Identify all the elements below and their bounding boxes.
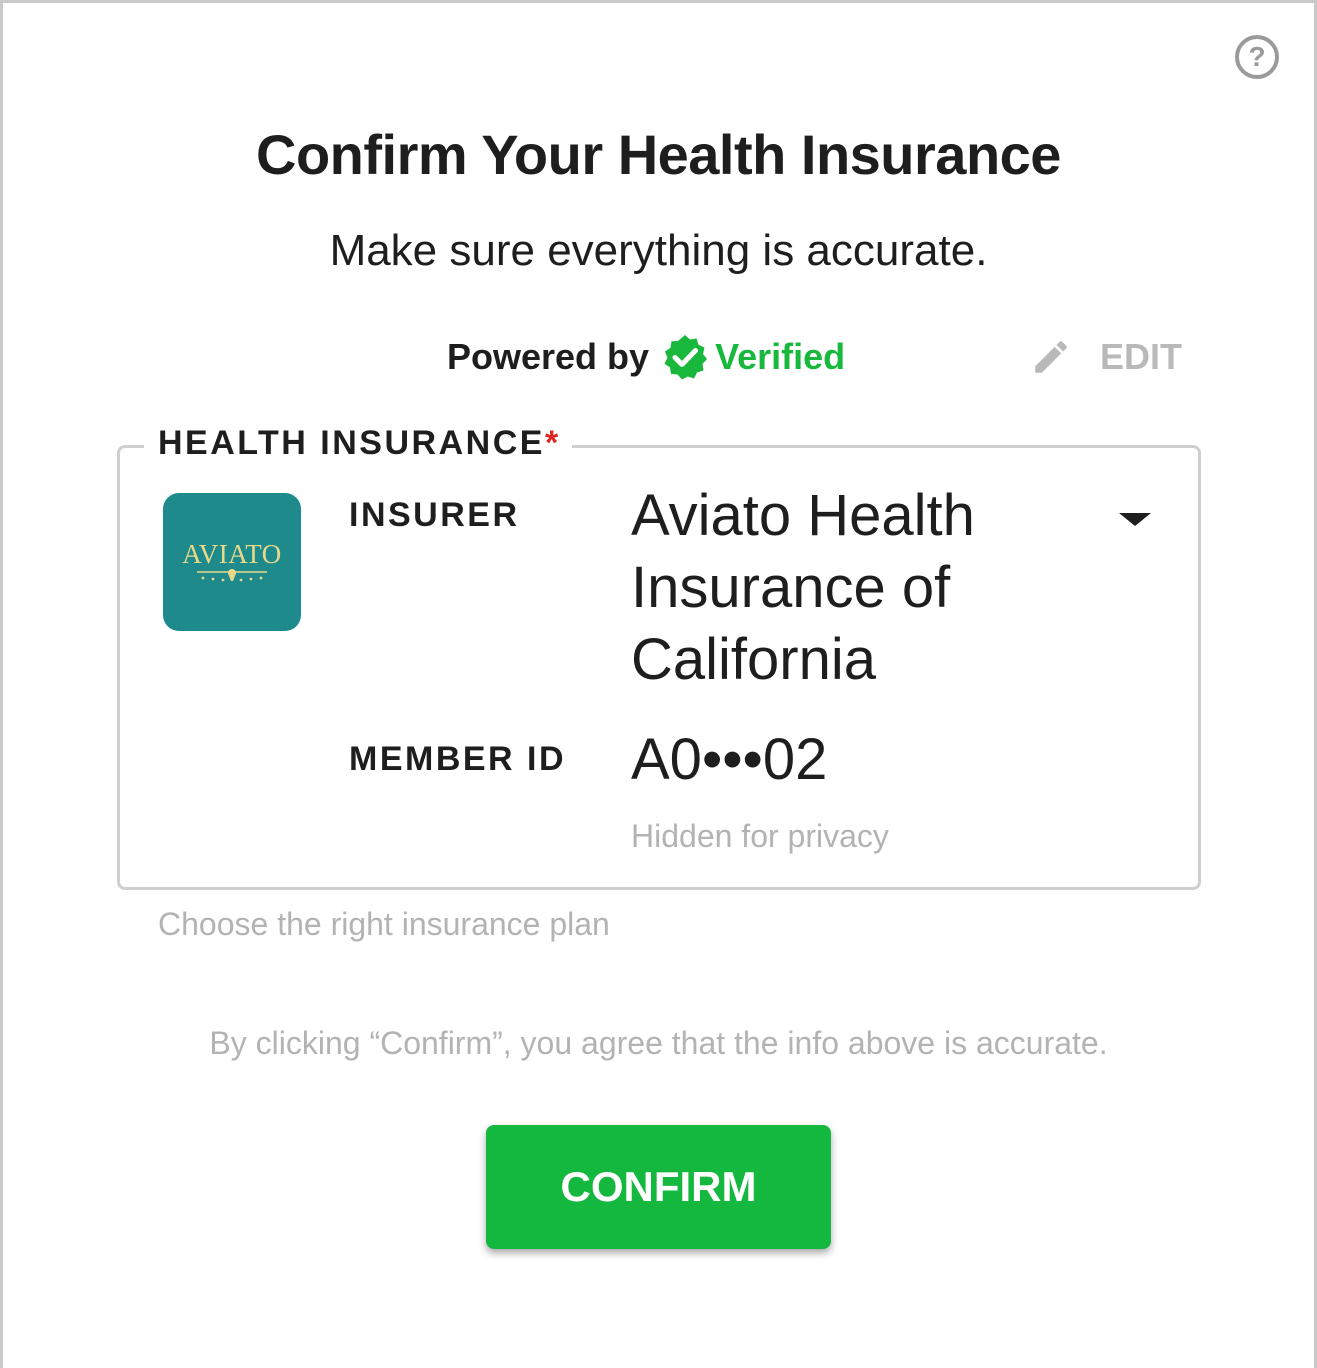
insurer-select[interactable]: Aviato Health Insurance of California bbox=[631, 480, 1101, 696]
health-insurance-legend: HEALTH INSURANCE* bbox=[144, 424, 573, 463]
airplane-icon bbox=[197, 569, 267, 582]
edit-button[interactable]: EDIT bbox=[1030, 334, 1182, 380]
verified-badge-icon bbox=[661, 333, 709, 381]
insurer-logo: AVIATO bbox=[163, 493, 301, 631]
help-button[interactable]: ? bbox=[1235, 35, 1279, 79]
insurer-label: INSURER bbox=[349, 496, 520, 534]
help-icon: ? bbox=[1248, 41, 1266, 72]
insurance-helper-text: Choose the right insurance plan bbox=[158, 906, 610, 942]
page-subtitle: Make sure everything is accurate. bbox=[329, 226, 988, 275]
member-id-hint: Hidden for privacy bbox=[631, 818, 889, 854]
powered-by: Powered by Verified bbox=[447, 334, 845, 380]
powered-by-label: Powered by bbox=[447, 336, 650, 377]
agreement-text: By clicking “Confirm”, you agree that th… bbox=[209, 1025, 1108, 1061]
page-title: Confirm Your Health Insurance bbox=[256, 123, 1061, 186]
chevron-down-icon[interactable] bbox=[1117, 511, 1153, 532]
confirm-button[interactable]: CONFIRM bbox=[486, 1125, 831, 1249]
required-mark: * bbox=[544, 424, 559, 462]
pencil-icon bbox=[1035, 341, 1067, 373]
logo-text: AVIATO bbox=[182, 539, 282, 569]
section-label: HEALTH INSURANCE bbox=[158, 424, 545, 462]
member-id-label: MEMBER ID bbox=[349, 740, 567, 778]
member-id-value: A0•••02 bbox=[631, 727, 828, 792]
edit-label: EDIT bbox=[1100, 336, 1183, 377]
verified-brand: Verified bbox=[715, 336, 846, 377]
